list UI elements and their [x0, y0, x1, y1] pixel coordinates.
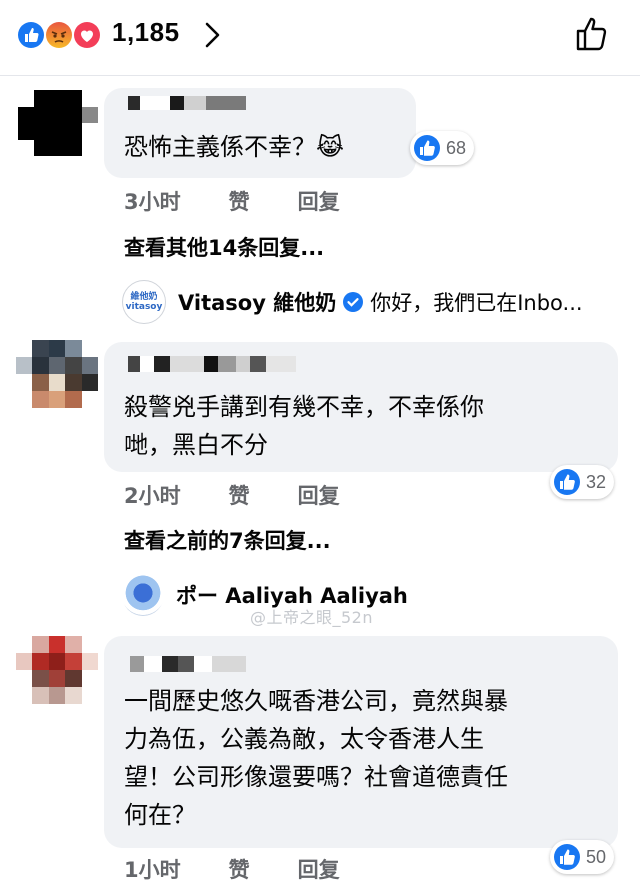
comment-text: 恐怖主義係不幸？😹 — [124, 133, 345, 161]
comment-time: 3小时 — [124, 190, 181, 214]
like-action[interactable]: 赞 — [229, 858, 250, 882]
vitasoy-logo: 維他奶 vitasoy — [122, 280, 166, 324]
blurred-avatar[interactable] — [16, 340, 98, 408]
love-reaction-icon — [72, 20, 102, 50]
watermark: @上帝之眼_52n — [250, 608, 374, 627]
blurred-author-name[interactable] — [128, 96, 246, 110]
chevron-right-icon[interactable] — [202, 20, 224, 50]
like-reaction-icon — [16, 20, 46, 50]
reply-author[interactable]: Vitasoy 維他奶 — [178, 287, 336, 317]
like-icon — [414, 135, 440, 161]
comment-like-count[interactable]: 68 — [410, 131, 475, 165]
comment-like-count[interactable]: 50 — [550, 840, 615, 874]
blurred-avatar[interactable] — [18, 90, 98, 156]
reply-action[interactable]: 回复 — [298, 858, 340, 882]
comment-actions: 3小时 赞 回复 — [124, 186, 388, 216]
comment-text: 殺警兇手講到有幾不幸，不幸係你 哋，黑白不分 — [124, 393, 484, 459]
like-number: 50 — [586, 846, 607, 867]
comment-like-count[interactable]: 32 — [550, 465, 615, 499]
like-icon — [554, 844, 580, 870]
blurred-author-name[interactable] — [130, 656, 246, 672]
like-number: 68 — [446, 137, 467, 158]
view-more-replies[interactable]: 查看其他14条回复... — [124, 232, 324, 262]
reply-action[interactable]: 回复 — [298, 484, 340, 508]
reactions-header[interactable]: 1,185 — [0, 0, 640, 76]
reply-action[interactable]: 回复 — [298, 190, 340, 214]
like-action[interactable]: 赞 — [229, 484, 250, 508]
comment-actions: 1小时 赞 回复 — [124, 854, 388, 884]
like-icon — [554, 469, 580, 495]
verified-badge-icon — [343, 292, 364, 312]
comment-text: 一間歷史悠久嘅香港公司，竟然與暴 力為伍，公義為敵，太令香港人生 望！公司形像還… — [124, 687, 508, 829]
reply-avatar[interactable] — [122, 574, 164, 616]
blurred-avatar[interactable] — [16, 636, 98, 704]
blurred-author-name[interactable] — [128, 356, 296, 372]
reaction-count[interactable]: 1,185 — [112, 17, 180, 48]
like-button-icon[interactable] — [574, 14, 614, 54]
view-previous-replies[interactable]: 查看之前的7条回复... — [124, 525, 331, 555]
like-action[interactable]: 赞 — [229, 190, 250, 214]
reply-preview-row[interactable]: 維他奶 vitasoy Vitasoy 維他奶 你好，我們已在Inbo... — [122, 280, 583, 324]
angry-reaction-icon — [44, 20, 74, 50]
reply-preview-text: 你好，我們已在Inbo... — [370, 291, 583, 315]
comment-actions: 2小时 赞 回复 — [124, 480, 388, 510]
like-number: 32 — [586, 471, 607, 492]
comment-time: 1小时 — [124, 858, 181, 882]
comment-time: 2小时 — [124, 484, 181, 508]
